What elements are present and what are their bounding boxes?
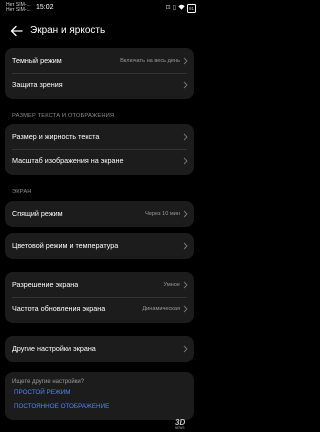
card-display: Разрешение экрана Умное Частота обновлен…: [5, 272, 194, 323]
row-value: Через 10 мин: [145, 211, 180, 217]
carrier-line-2: Нет SIM-...: [6, 7, 31, 13]
row-label: Разрешение экрана: [12, 280, 79, 289]
chevron-right-icon: [183, 305, 188, 313]
battery-indicator: 91: [186, 4, 196, 13]
chevron-right-icon: [183, 81, 188, 89]
row-label: Цветовой режим и температура: [12, 241, 119, 250]
chevron-right-icon: [183, 242, 188, 250]
wifi-icon: [178, 4, 185, 13]
status-time: 15:02: [36, 4, 54, 11]
row-label: Частота обновления экрана: [12, 304, 106, 313]
row-value: Динамическая: [142, 306, 180, 312]
row-label: Защита зрения: [12, 80, 63, 89]
chevron-right-icon: [183, 157, 188, 165]
status-icons: ⊡ ▯ 91: [166, 4, 196, 13]
card-text-size: Размер и жирность текста Масштаб изображ…: [5, 124, 194, 175]
suggestions-title: Ищете другие настройки?: [12, 379, 85, 385]
status-bar: Нет SIM-... Нет SIM-... 15:02 ⊡ ▯ 91: [0, 0, 200, 16]
link-always-on-display[interactable]: ПОСТОЯННОЕ ОТОБРАЖЕНИЕ: [14, 402, 109, 411]
row-value: Включать на весь день: [120, 58, 180, 64]
card-dark-mode: Темный режим Включать на весь день Защит…: [5, 48, 194, 99]
row-label: Другие настройки экрана: [12, 344, 96, 353]
row-label: Спящий режим: [12, 209, 63, 218]
row-eye-protection[interactable]: Защита зрения: [5, 74, 194, 96]
chevron-right-icon: [183, 133, 188, 141]
page-title: Экран и яркость: [30, 25, 106, 36]
nfc-icon: ⊡: [165, 5, 171, 11]
chevron-right-icon: [183, 57, 188, 65]
back-arrow-icon[interactable]: [10, 22, 24, 40]
row-label: Масштаб изображения на экране: [12, 156, 124, 165]
section-title-text-size: РАЗМЕР ТЕКСТА И ОТОБРАЖЕНИЯ: [12, 113, 115, 119]
row-resolution[interactable]: Разрешение экрана Умное: [5, 274, 194, 296]
row-dark-mode[interactable]: Темный режим Включать на весь день: [5, 50, 194, 72]
row-label: Темный режим: [12, 56, 62, 65]
carrier-info: Нет SIM-... Нет SIM-...: [6, 3, 31, 13]
card-color-mode: Цветовой режим и температура: [5, 233, 194, 259]
row-value: Умное: [163, 282, 180, 288]
row-display-scale[interactable]: Масштаб изображения на экране: [5, 150, 194, 172]
chevron-right-icon: [183, 345, 188, 353]
section-title-screen: ЭКРАН: [12, 189, 32, 195]
row-color-mode[interactable]: Цветовой режим и температура: [5, 235, 194, 257]
link-simple-mode[interactable]: ПРОСТОЙ РЕЖИМ: [14, 388, 71, 397]
chevron-right-icon: [183, 281, 188, 289]
svg-text:NEWS: NEWS: [175, 426, 185, 430]
card-sleep: Спящий режим Через 10 мин: [5, 201, 194, 227]
vibrate-icon: ▯: [172, 5, 176, 11]
row-refresh-rate[interactable]: Частота обновления экрана Динамическая: [5, 298, 194, 320]
card-other-settings: Другие настройки экрана: [5, 336, 194, 362]
row-sleep[interactable]: Спящий режим Через 10 мин: [5, 203, 194, 225]
card-suggestions: Ищете другие настройки? ПРОСТОЙ РЕЖИМ ПО…: [5, 372, 194, 420]
chevron-right-icon: [183, 210, 188, 218]
row-text-size[interactable]: Размер и жирность текста: [5, 126, 194, 148]
3dnews-watermark-logo: 3D NEWS: [175, 418, 185, 430]
row-label: Размер и жирность текста: [12, 132, 100, 141]
page-header: Экран и яркость: [0, 22, 200, 40]
row-other-settings[interactable]: Другие настройки экрана: [5, 338, 194, 360]
